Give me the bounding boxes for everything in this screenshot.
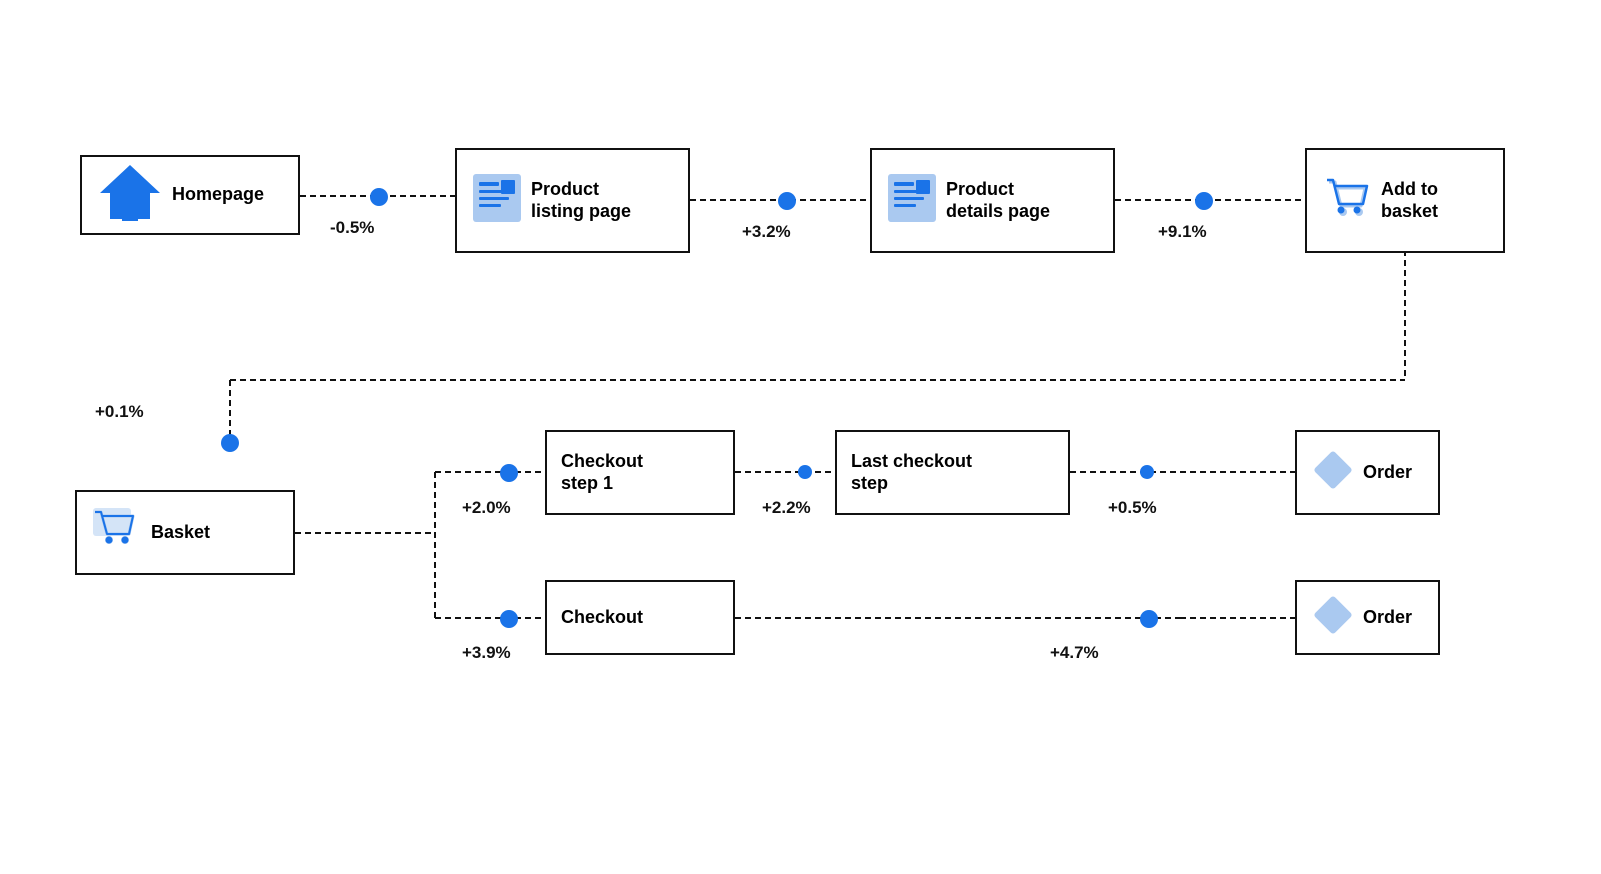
flow-diagram: Homepage Product listing page (0, 0, 1601, 874)
dot-hp-plp (370, 188, 388, 206)
homepage-node: Homepage (80, 155, 300, 235)
home-icon (96, 159, 164, 232)
dot-cs1-lcs (798, 465, 812, 479)
pct-plp-pdp: +3.2% (742, 222, 791, 242)
last-checkout-node: Last checkout step (835, 430, 1070, 515)
product-details-icon (886, 172, 938, 229)
add-to-basket-label: Add to basket (1381, 179, 1438, 222)
checkout-label: Checkout (561, 607, 643, 629)
order1-icon (1311, 448, 1355, 497)
product-listing-label: Product listing page (531, 179, 631, 222)
dot-lcs-order1 (1140, 465, 1154, 479)
add-to-basket-node: Add to basket (1305, 148, 1505, 253)
dot-basket-co (500, 610, 518, 628)
order2-icon (1311, 593, 1355, 642)
pct-co-order2: +4.7% (1050, 643, 1099, 663)
basket-icon (91, 504, 143, 561)
checkout-step1-label: Checkout step 1 (561, 451, 643, 494)
pct-basket-co: +3.9% (462, 643, 511, 663)
add-to-basket-icon (1321, 172, 1373, 229)
order1-label: Order (1363, 462, 1412, 484)
dot-co-order2 (1140, 610, 1158, 628)
dot-atb-basket (221, 434, 239, 452)
order2-label: Order (1363, 607, 1412, 629)
basket-node: Basket (75, 490, 295, 575)
pct-pdp-atb: +9.1% (1158, 222, 1207, 242)
pct-lcs-order1: +0.5% (1108, 498, 1157, 518)
product-listing-node: Product listing page (455, 148, 690, 253)
basket-label: Basket (151, 522, 210, 544)
dot-pdp-atb (1195, 192, 1213, 210)
pct-basket-cs1: +2.0% (462, 498, 511, 518)
checkout-step1-node: Checkout step 1 (545, 430, 735, 515)
homepage-label: Homepage (172, 184, 264, 206)
product-details-node: Product details page (870, 148, 1115, 253)
list-page-icon (471, 172, 523, 229)
order2-node: Order (1295, 580, 1440, 655)
dot-plp-pdp (778, 192, 796, 210)
product-details-label: Product details page (946, 179, 1050, 222)
last-checkout-label: Last checkout step (851, 451, 972, 494)
dot-basket-cs1 (500, 464, 518, 482)
order1-node: Order (1295, 430, 1440, 515)
pct-atb-basket: +0.1% (95, 402, 144, 422)
checkout-node: Checkout (545, 580, 735, 655)
pct-cs1-lcs: +2.2% (762, 498, 811, 518)
pct-hp-plp: -0.5% (330, 218, 374, 238)
